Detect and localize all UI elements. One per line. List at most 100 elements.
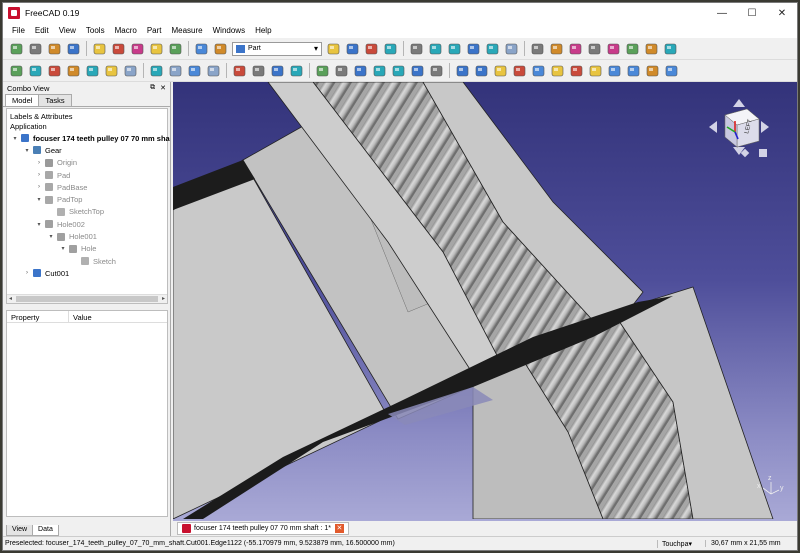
- front-view-icon[interactable]: [587, 41, 603, 57]
- redo-icon[interactable]: [168, 41, 184, 57]
- menu-macro[interactable]: Macro: [110, 26, 142, 35]
- expand-arrow-down-icon[interactable]: ▾: [35, 196, 43, 203]
- rear-view-icon[interactable]: [644, 41, 660, 57]
- close-panel-icon[interactable]: ✕: [160, 84, 166, 92]
- view-menu-icon[interactable]: [759, 149, 767, 157]
- projection-icon[interactable]: [455, 63, 471, 79]
- menu-view[interactable]: View: [54, 26, 81, 35]
- measure-linear-icon[interactable]: [645, 63, 661, 79]
- tree-item[interactable]: › Pad: [7, 169, 167, 181]
- forward-icon[interactable]: [504, 41, 520, 57]
- tree-horizontal-scrollbar[interactable]: ◂ ▸: [7, 294, 167, 303]
- menu-help[interactable]: Help: [250, 26, 276, 35]
- tree-item[interactable]: ▾ Hole001: [7, 230, 167, 242]
- navigation-cube[interactable]: LEFT: [709, 99, 769, 158]
- tab-tasks[interactable]: Tasks: [38, 94, 72, 106]
- draw-style-icon[interactable]: [447, 41, 463, 57]
- whats-this-icon[interactable]: [213, 41, 229, 57]
- document-tab[interactable]: focuser 174 teeth pulley 07 70 mm shaft …: [177, 522, 349, 535]
- sync-view-icon[interactable]: [530, 41, 546, 57]
- compound-icon[interactable]: [588, 63, 604, 79]
- extrude-icon[interactable]: [187, 63, 203, 79]
- expand-arrow-right-icon[interactable]: ›: [35, 160, 43, 166]
- expand-arrow-right-icon[interactable]: ›: [35, 184, 43, 190]
- make-face-icon[interactable]: [289, 63, 305, 79]
- menu-part[interactable]: Part: [142, 26, 167, 35]
- tree-item[interactable]: ▾ Gear: [7, 144, 167, 156]
- nav-arrow-left-icon[interactable]: [709, 121, 717, 133]
- maximize-button[interactable]: ☐: [737, 3, 767, 23]
- scroll-right-icon[interactable]: ▸: [162, 295, 165, 302]
- property-column-header[interactable]: Property: [7, 311, 69, 322]
- stop-macro-icon[interactable]: [345, 41, 361, 57]
- fit-all-icon[interactable]: [409, 41, 425, 57]
- revolve-icon[interactable]: [206, 63, 222, 79]
- copy-icon[interactable]: [111, 41, 127, 57]
- common-icon[interactable]: [531, 63, 547, 79]
- expand-arrow-down-icon[interactable]: ▾: [59, 245, 67, 252]
- boolean-icon[interactable]: [474, 63, 490, 79]
- scroll-left-icon[interactable]: ◂: [9, 295, 12, 302]
- split-icon[interactable]: [569, 63, 585, 79]
- tab-data[interactable]: Data: [32, 525, 59, 536]
- torus-tool-icon[interactable]: [104, 63, 120, 79]
- expand-arrow-down-icon[interactable]: ▾: [35, 221, 43, 228]
- ruled-surface-icon[interactable]: [315, 63, 331, 79]
- menu-tools[interactable]: Tools: [81, 26, 110, 35]
- save-as-icon[interactable]: [66, 41, 82, 57]
- 3d-viewport[interactable]: LEFT x y z: [173, 82, 797, 521]
- chamfer-icon[interactable]: [270, 63, 286, 79]
- back-icon[interactable]: [485, 41, 501, 57]
- menu-windows[interactable]: Windows: [208, 26, 250, 35]
- top-view-icon[interactable]: [606, 41, 622, 57]
- expand-arrow-down-icon[interactable]: ▾: [23, 147, 31, 154]
- 3d-scene[interactable]: LEFT x y z: [173, 82, 797, 519]
- section-icon[interactable]: [372, 63, 388, 79]
- edit-macro-icon[interactable]: [364, 41, 380, 57]
- defeaturing-icon[interactable]: [626, 63, 642, 79]
- box-tool-icon[interactable]: [28, 63, 44, 79]
- shape-builder-icon[interactable]: [168, 63, 184, 79]
- tab-view[interactable]: View: [6, 525, 34, 536]
- scrollbar-thumb[interactable]: [16, 296, 158, 302]
- fit-selection-icon[interactable]: [428, 41, 444, 57]
- tab-model[interactable]: Model: [5, 94, 40, 106]
- right-view-icon[interactable]: [625, 41, 641, 57]
- sphere-tool-icon[interactable]: [66, 63, 82, 79]
- loft-icon[interactable]: [334, 63, 350, 79]
- cross-sections-icon[interactable]: [391, 63, 407, 79]
- tree-item[interactable]: ▾ Hole002: [7, 218, 167, 230]
- document-close-icon[interactable]: ✕: [334, 524, 344, 533]
- expand-arrow-right-icon[interactable]: ›: [23, 270, 31, 276]
- record-macro-icon[interactable]: [326, 41, 342, 57]
- thickness-icon[interactable]: [429, 63, 445, 79]
- cylinder-tool-icon[interactable]: [47, 63, 63, 79]
- tree-item[interactable]: › PadBase: [7, 181, 167, 193]
- paste-icon[interactable]: [130, 41, 146, 57]
- run-macro-icon[interactable]: [383, 41, 399, 57]
- float-panel-icon[interactable]: ⧉: [150, 84, 155, 92]
- menu-measure[interactable]: Measure: [166, 26, 207, 35]
- offset-icon[interactable]: [410, 63, 426, 79]
- tree-item[interactable]: Sketch: [7, 255, 167, 267]
- tree-item[interactable]: › Origin: [7, 157, 167, 169]
- fuse-icon[interactable]: [512, 63, 528, 79]
- menu-edit[interactable]: Edit: [30, 26, 54, 35]
- tube-tool-icon[interactable]: [123, 63, 139, 79]
- join-icon[interactable]: [550, 63, 566, 79]
- measure-icon[interactable]: [663, 41, 679, 57]
- open-file-icon[interactable]: [28, 41, 44, 57]
- close-button[interactable]: ✕: [767, 3, 797, 23]
- primitives-icon[interactable]: [149, 63, 165, 79]
- value-column-header[interactable]: Value: [69, 311, 96, 322]
- tree-item[interactable]: ▾ PadTop: [7, 193, 167, 205]
- cut-icon[interactable]: [493, 63, 509, 79]
- cut-icon[interactable]: [92, 41, 108, 57]
- tree-item[interactable]: ▾ Hole: [7, 243, 167, 255]
- bounding-box-icon[interactable]: [466, 41, 482, 57]
- refresh-icon[interactable]: [194, 41, 210, 57]
- expand-arrow-right-icon[interactable]: ›: [35, 172, 43, 178]
- minimize-button[interactable]: —: [707, 3, 737, 23]
- cone-tool-icon[interactable]: [85, 63, 101, 79]
- measure-angular-icon[interactable]: [664, 63, 680, 79]
